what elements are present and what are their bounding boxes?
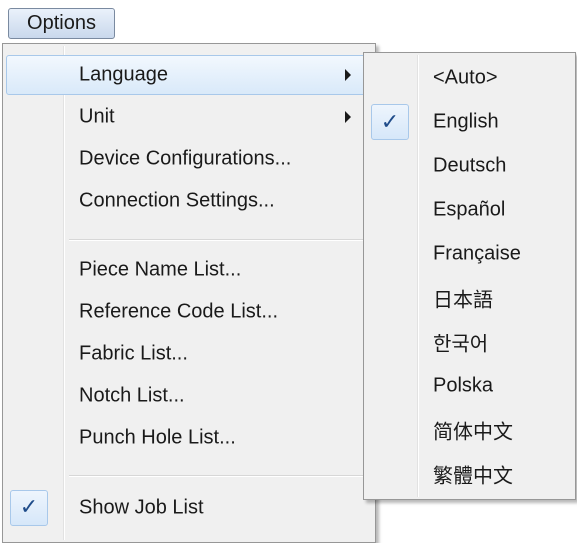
- language-option-label: Polska: [433, 374, 494, 397]
- menu-item-connection-settings[interactable]: Connection Settings...: [6, 180, 372, 221]
- language-option-label: 繁體中文: [433, 465, 513, 488]
- language-option-polska[interactable]: Polska: [367, 365, 572, 407]
- menu-item-show-job-list[interactable]: ✓ Show Job List: [6, 487, 372, 528]
- menu-item-notch-list[interactable]: Notch List...: [6, 375, 372, 416]
- menu-item-label: Device Configurations...: [79, 147, 292, 169]
- language-option-espanol[interactable]: Español: [367, 189, 572, 231]
- language-option-simplified-chinese[interactable]: 简体中文: [367, 409, 572, 451]
- submenu-arrow-icon: [345, 110, 351, 123]
- menu-item-label: Reference Code List...: [79, 300, 278, 322]
- menu-item-device-configurations[interactable]: Device Configurations...: [6, 138, 372, 179]
- menu-item-label: Punch Hole List...: [79, 426, 236, 448]
- language-option-traditional-chinese[interactable]: 繁體中文: [367, 453, 572, 495]
- language-option-francaise[interactable]: Française: [367, 233, 572, 275]
- language-option-deutsch[interactable]: Deutsch: [367, 145, 572, 187]
- menu-item-label: Notch List...: [79, 384, 185, 406]
- language-option-label: 日本語: [433, 289, 493, 312]
- language-option-label: 한국어: [433, 333, 489, 356]
- menu-item-label: Unit: [79, 105, 115, 127]
- menu-item-label: Language: [79, 63, 168, 86]
- language-option-label: Française: [433, 242, 521, 265]
- checkmark-icon: ✓: [371, 104, 409, 140]
- menu-separator: [69, 239, 372, 241]
- menu-item-label: Show Job List: [79, 496, 204, 518]
- options-dropdown-menu: Language Unit Device Configurations... C…: [2, 43, 376, 543]
- options-menu-button[interactable]: Options: [8, 8, 115, 39]
- menu-item-punch-hole-list[interactable]: Punch Hole List...: [6, 417, 372, 458]
- menu-item-label: Connection Settings...: [79, 189, 275, 211]
- language-option-label: Deutsch: [433, 154, 507, 177]
- language-option-auto[interactable]: <Auto>: [367, 57, 572, 99]
- language-submenu: <Auto> ✓ English Deutsch Español Françai…: [363, 52, 576, 500]
- menu-item-unit[interactable]: Unit: [6, 96, 372, 137]
- language-option-japanese[interactable]: 日本語: [367, 277, 572, 319]
- language-option-label: 简体中文: [433, 421, 513, 444]
- language-option-english[interactable]: ✓ English: [367, 101, 572, 143]
- menu-item-fabric-list[interactable]: Fabric List...: [6, 333, 372, 374]
- menu-separator: [69, 475, 372, 477]
- language-option-label: <Auto>: [433, 66, 498, 89]
- menu-item-language[interactable]: Language: [6, 55, 372, 95]
- language-option-korean[interactable]: 한국어: [367, 321, 572, 363]
- language-option-label: Español: [433, 198, 506, 221]
- menu-item-label: Fabric List...: [79, 342, 188, 364]
- options-menu-label: Options: [27, 12, 96, 34]
- menu-item-reference-code-list[interactable]: Reference Code List...: [6, 291, 372, 332]
- checkmark-icon: ✓: [10, 489, 48, 526]
- menu-item-label: Piece Name List...: [79, 258, 242, 280]
- submenu-arrow-icon: [345, 69, 351, 81]
- menu-item-piece-name-list[interactable]: Piece Name List...: [6, 249, 372, 290]
- language-option-label: English: [433, 110, 499, 133]
